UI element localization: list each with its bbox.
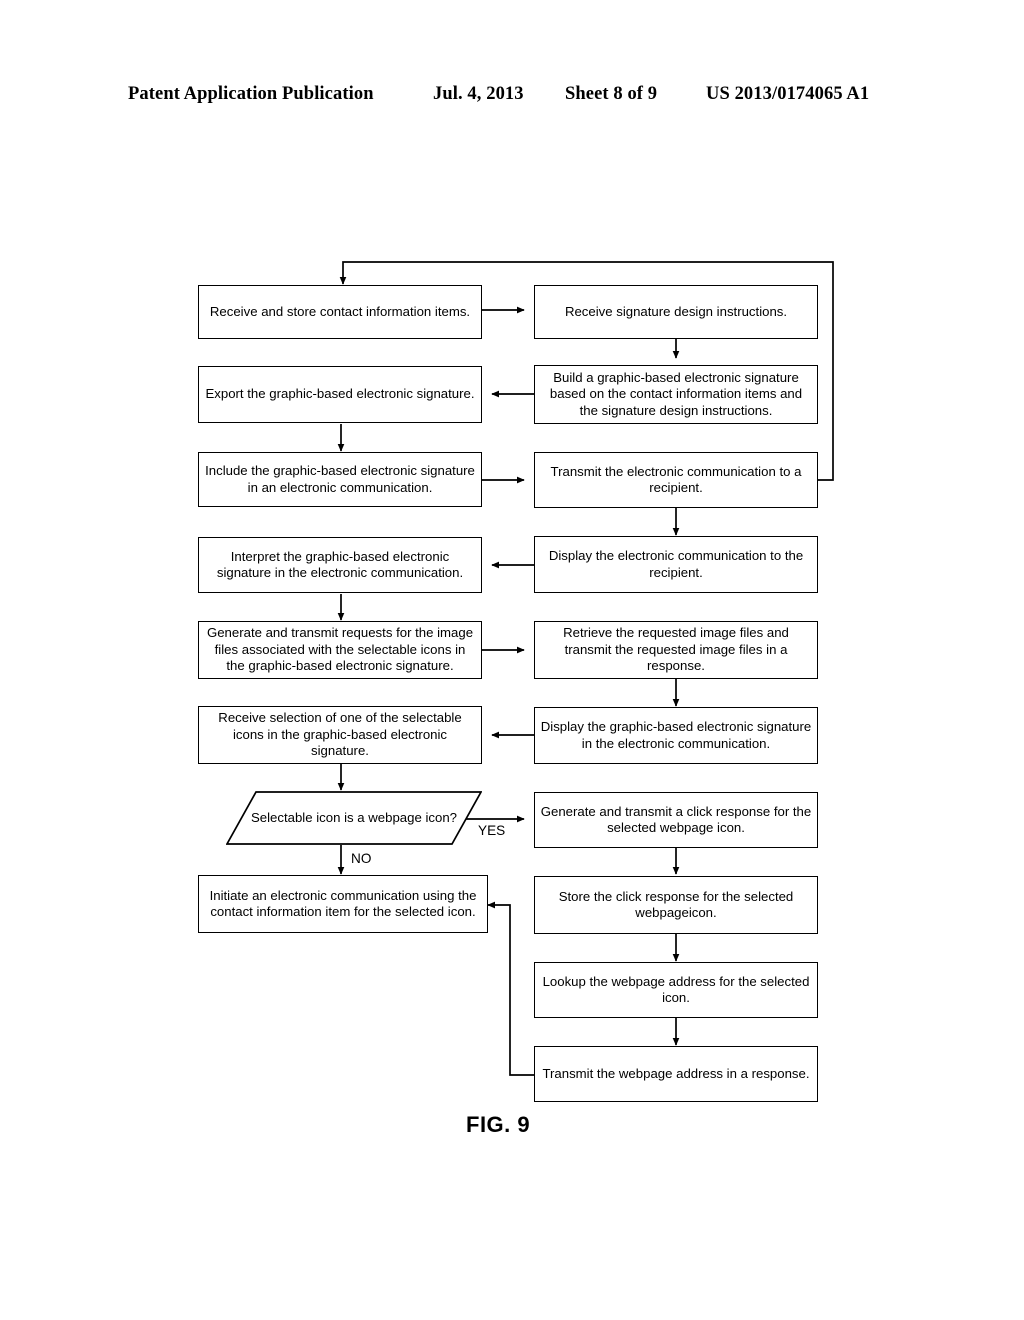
process-node-lookup-webpage-address: Lookup the webpage address for the selec…	[534, 962, 818, 1018]
node-label: Receive selection of one of the selectab…	[218, 710, 462, 759]
node-label: Retrieve the requested image files and t…	[563, 625, 789, 674]
process-node-interpret-signature: Interpret the graphic-based electronic s…	[198, 537, 482, 593]
node-label: Display the graphic-based electronic sig…	[540, 719, 812, 751]
node-label: Transmit the webpage address in a respon…	[542, 1065, 810, 1081]
edge-label-yes: YES	[478, 823, 506, 838]
node-label: Export the graphic-based electronic sign…	[205, 386, 475, 402]
node-label: Interpret the graphic-based electronic s…	[216, 548, 464, 580]
node-label: Initiate an electronic communication usi…	[209, 887, 477, 919]
node-label: Lookup the webpage address for the selec…	[542, 973, 810, 1005]
node-label: Receive and store contact information it…	[209, 303, 471, 319]
figure-label: FIG. 9	[466, 1112, 531, 1137]
flowchart-figure: Receive and store contact information it…	[0, 0, 1024, 1320]
process-node-store-click-response: Store the click response for the selecte…	[534, 876, 818, 934]
process-node-receive-store-contacts: Receive and store contact information it…	[198, 285, 482, 339]
process-node-display-communication: Display the electronic communication to …	[534, 536, 818, 593]
process-node-include-signature: Include the graphic-based electronic sig…	[198, 452, 482, 507]
process-node-display-signature: Display the graphic-based electronic sig…	[534, 707, 818, 764]
node-label: Include the graphic-based electronic sig…	[205, 463, 475, 495]
process-node-initiate-communication: Initiate an electronic communication usi…	[198, 875, 488, 933]
process-node-receive-design-instructions: Receive signature design instructions.	[534, 285, 818, 339]
node-label: Store the click response for the selecte…	[558, 888, 794, 920]
process-node-retrieve-image-files: Retrieve the requested image files and t…	[534, 621, 818, 679]
node-label: Display the electronic communication to …	[548, 548, 804, 580]
node-label: Selectable icon is a webpage icon?	[250, 809, 457, 825]
process-node-transmit-webpage-address: Transmit the webpage address in a respon…	[534, 1046, 818, 1102]
node-label: Transmit the electronic communication to…	[550, 463, 802, 495]
process-node-generate-click-response: Generate and transmit a click response f…	[534, 792, 818, 848]
node-label: Generate and transmit requests for the i…	[206, 625, 474, 674]
process-node-receive-icon-selection: Receive selection of one of the selectab…	[198, 706, 482, 764]
process-node-build-signature: Build a graphic-based electronic signatu…	[534, 365, 818, 424]
node-label: Build a graphic-based electronic signatu…	[549, 369, 803, 418]
process-node-generate-image-requests: Generate and transmit requests for the i…	[198, 621, 482, 679]
node-label: Generate and transmit a click response f…	[540, 803, 812, 835]
node-label: Receive signature design instructions.	[564, 303, 788, 319]
decision-node-webpage-icon: Selectable icon is a webpage icon?	[226, 791, 482, 845]
process-node-export-signature: Export the graphic-based electronic sign…	[198, 366, 482, 423]
process-node-transmit-communication: Transmit the electronic communication to…	[534, 452, 818, 508]
edge-label-no: NO	[351, 851, 372, 866]
